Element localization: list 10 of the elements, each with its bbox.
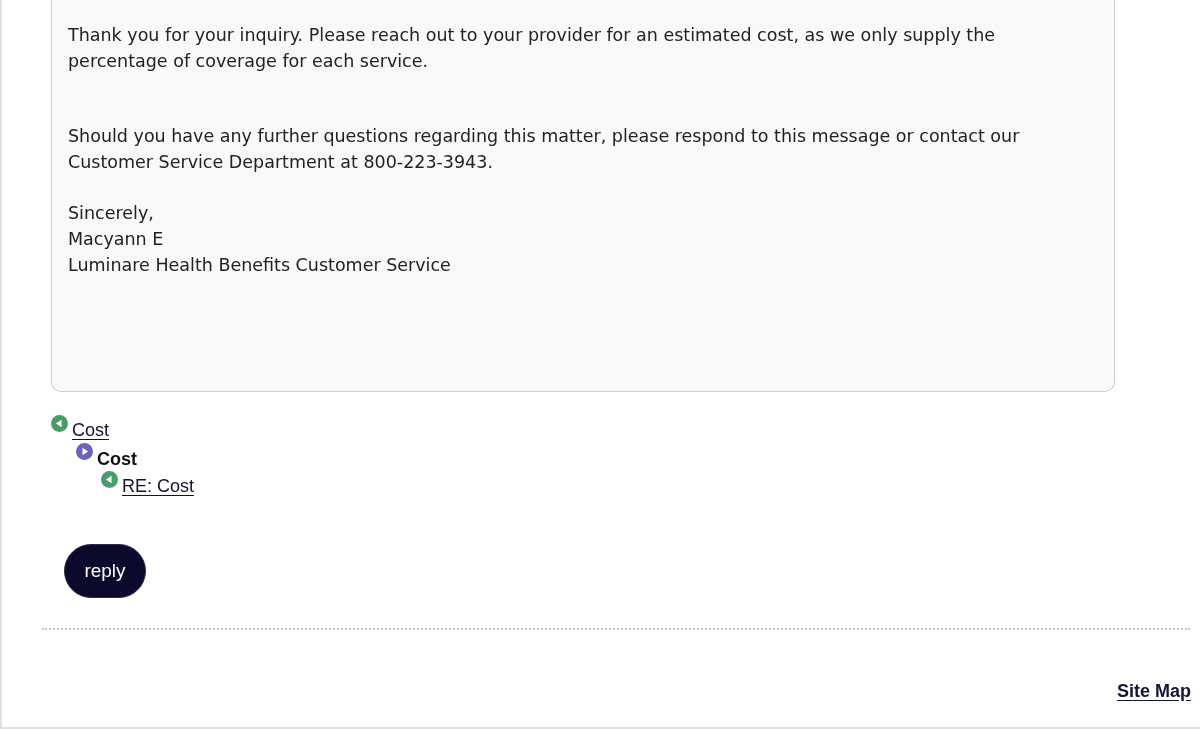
signature-line: Sincerely, <box>68 202 154 225</box>
thread-link[interactable]: Cost <box>72 419 109 441</box>
message-paragraph: Thank you for your inquiry. Please reach out to your provider for an estimated cost, as we only supply the percentage of coverage for each service. <box>68 24 997 73</box>
site-map-link[interactable]: Site Map <box>1117 678 1191 705</box>
signature-line: Macyann E <box>68 228 164 251</box>
current-thread-item: Cost <box>97 448 137 470</box>
thread-link[interactable]: RE: Cost <box>122 475 195 497</box>
signature-line: Luminare Health Benefits Customer Service <box>68 254 451 277</box>
message-paragraph: Should you have any further questions regarding this matter, please respond to this message or contact our Customer Service Department at 800-223-3943. <box>68 125 1021 174</box>
reply-button[interactable]: reply <box>64 544 146 598</box>
